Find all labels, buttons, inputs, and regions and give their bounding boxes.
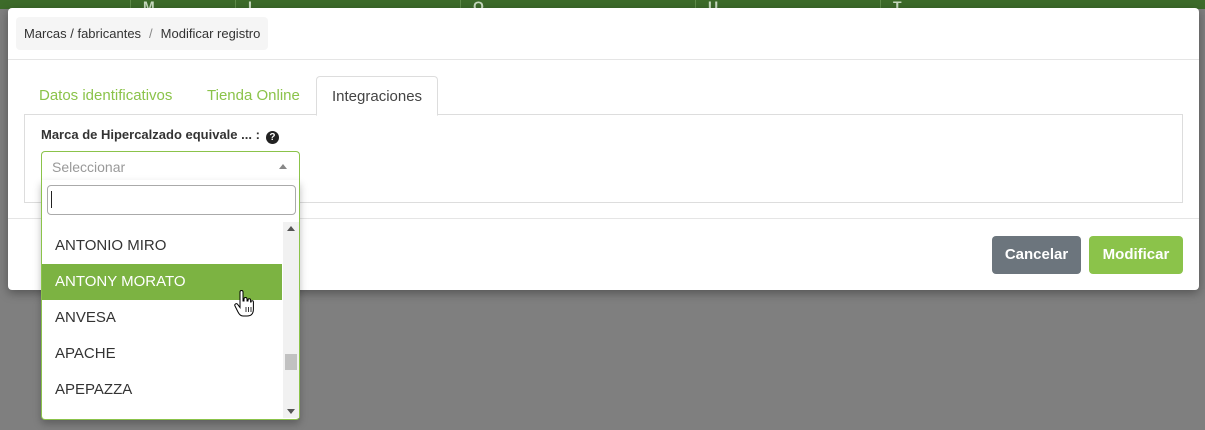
dropdown-options-list: ANTONIO MIRO ANTONY MORATO ANVESA APACHE… xyxy=(42,228,282,418)
modify-button[interactable]: Modificar xyxy=(1089,236,1183,274)
text-caret xyxy=(51,191,52,208)
breadcrumb-current: Modificar registro xyxy=(160,26,261,41)
cancel-button[interactable]: Cancelar xyxy=(992,236,1081,274)
tab-bar: Datos identificativos Tienda Online Inte… xyxy=(24,76,1183,116)
breadcrumb: Marcas / fabricantes / Modificar registr… xyxy=(16,17,269,50)
scroll-up-arrow-icon[interactable] xyxy=(287,226,295,231)
dropdown-option[interactable]: APEPAZZA xyxy=(42,372,282,408)
dropdown-search-input[interactable] xyxy=(47,185,296,215)
caret-up-icon xyxy=(279,164,287,169)
breadcrumb-separator: / xyxy=(149,26,153,41)
dropdown-option[interactable]: APACHE xyxy=(42,336,282,372)
brand-select-dropdown: ANTONIO MIRO ANTONY MORATO ANVESA APACHE… xyxy=(41,180,300,420)
dropdown-scrollbar[interactable] xyxy=(283,222,299,418)
select-placeholder: Seleccionar xyxy=(52,159,126,175)
brand-select[interactable]: Seleccionar xyxy=(41,151,300,181)
scroll-down-arrow-icon[interactable] xyxy=(287,409,295,414)
tab-datos-identificativos[interactable]: Datos identificativos xyxy=(24,76,187,115)
breadcrumb-section[interactable]: Marcas / fabricantes xyxy=(24,26,141,41)
hand-pointer-cursor-icon xyxy=(234,290,254,317)
tab-integraciones[interactable]: Integraciones xyxy=(316,76,439,116)
dropdown-option[interactable]: ANTONIO MIRO xyxy=(42,228,282,264)
scrollbar-thumb[interactable] xyxy=(285,354,297,370)
modal-header: Marcas / fabricantes / Modificar registr… xyxy=(8,8,1199,60)
question-circle-icon[interactable]: ? xyxy=(265,131,279,144)
tab-tienda-online[interactable]: Tienda Online xyxy=(192,76,315,115)
brand-equivalence-label: Marca de Hipercalzado equivale ... : xyxy=(41,127,260,142)
field-label-wrapper: Marca de Hipercalzado equivale ... :? xyxy=(41,127,279,144)
